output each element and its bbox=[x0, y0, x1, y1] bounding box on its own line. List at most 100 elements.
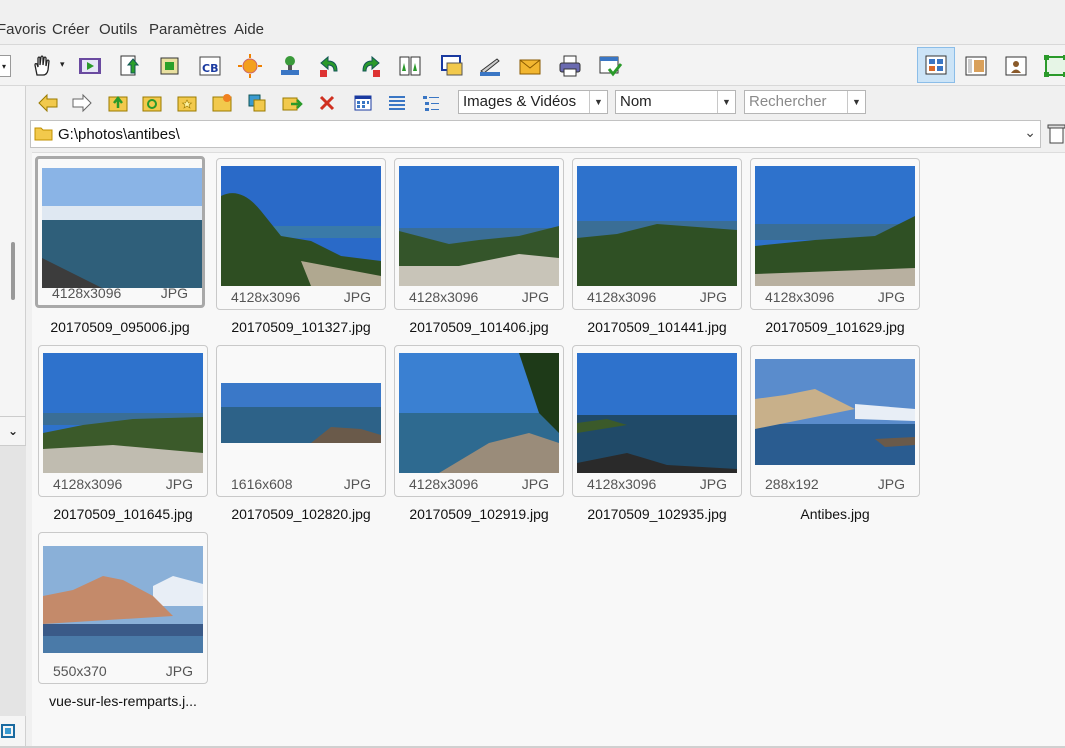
thumbnail-card[interactable]: 1616x608 JPG bbox=[216, 345, 386, 497]
collapse-chevron-icon[interactable]: ⌄ bbox=[0, 416, 26, 446]
file-name[interactable]: 20170509_101327.jpg bbox=[212, 319, 390, 335]
search-input[interactable]: Rechercher ▼ bbox=[744, 90, 866, 114]
file-name[interactable]: vue-sur-les-remparts.j... bbox=[34, 693, 212, 709]
chevron-down-icon[interactable]: ▼ bbox=[847, 91, 865, 113]
image-format: JPG bbox=[877, 289, 905, 305]
address-bar[interactable]: G:\photos\antibes\ ⌄ bbox=[30, 120, 1041, 148]
file-name[interactable]: 20170509_101406.jpg bbox=[390, 319, 568, 335]
dropdown-stub-icon[interactable]: ▾ bbox=[0, 52, 14, 80]
trash-icon[interactable] bbox=[1047, 122, 1065, 144]
details-view-icon[interactable] bbox=[419, 91, 443, 115]
sun-effects-icon[interactable] bbox=[236, 52, 264, 80]
file-name[interactable]: Antibes.jpg bbox=[746, 506, 924, 522]
refresh-folder-icon[interactable] bbox=[140, 91, 164, 115]
thumbnail-card[interactable]: 4128x3096 JPG bbox=[394, 158, 564, 310]
file-name[interactable]: 20170509_101629.jpg bbox=[746, 319, 924, 335]
thumbnail-card[interactable]: 4128x3096 JPG bbox=[572, 345, 742, 497]
export-tree-icon[interactable] bbox=[116, 52, 144, 80]
image-dimensions: 4128x3096 bbox=[231, 289, 301, 305]
rotate-right-icon[interactable] bbox=[356, 52, 384, 80]
view-preview-icon[interactable] bbox=[962, 52, 990, 80]
rotate-left-icon[interactable] bbox=[316, 52, 344, 80]
thumbnail-card[interactable]: 4128x3096 JPG bbox=[750, 158, 920, 310]
menu-aide[interactable]: Aide bbox=[234, 21, 264, 38]
delete-icon[interactable] bbox=[315, 91, 339, 115]
slideshow-icon[interactable] bbox=[76, 52, 104, 80]
main-toolbar: ▾ ▾ CB bbox=[0, 44, 1065, 86]
back-arrow-icon[interactable] bbox=[36, 91, 60, 115]
image-dimensions: 288x192 bbox=[765, 476, 819, 492]
image-format: JPG bbox=[699, 289, 727, 305]
thumbnail-card[interactable]: 4128x3096 JPG bbox=[35, 156, 205, 308]
view-thumbnails-icon[interactable] bbox=[917, 47, 955, 83]
folder-tree-pane: ⌄ bbox=[0, 86, 26, 748]
thumbnail-view-icon[interactable] bbox=[351, 91, 375, 115]
file-name[interactable]: 20170509_102935.jpg bbox=[568, 506, 746, 522]
fit-frame-icon[interactable] bbox=[0, 722, 16, 740]
new-folder-icon[interactable] bbox=[210, 91, 234, 115]
hand-dropdown-icon[interactable]: ▾ bbox=[60, 59, 65, 70]
scrollbar-thumb[interactable] bbox=[11, 242, 15, 300]
photo-thumbnail bbox=[42, 168, 202, 288]
crop-icon[interactable] bbox=[156, 52, 184, 80]
file-type-filter-select[interactable]: Images & Vidéos ▼ bbox=[458, 90, 608, 114]
print-icon[interactable] bbox=[556, 52, 584, 80]
favorite-folder-icon[interactable] bbox=[175, 91, 199, 115]
thumbnail-card[interactable]: 550x370 JPG bbox=[38, 532, 208, 684]
thumbnail-card[interactable]: 4128x3096 JPG bbox=[216, 158, 386, 310]
chevron-down-icon[interactable]: ▼ bbox=[717, 91, 735, 113]
batch-check-icon[interactable] bbox=[596, 52, 624, 80]
stamp-icon[interactable] bbox=[276, 52, 304, 80]
file-name[interactable]: 20170509_102919.jpg bbox=[390, 506, 568, 522]
move-to-icon[interactable] bbox=[280, 91, 304, 115]
photo-thumbnail bbox=[399, 353, 559, 473]
thumbnail-card[interactable]: 4128x3096 JPG bbox=[38, 345, 208, 497]
contrast-brightness-icon[interactable]: CB bbox=[196, 52, 224, 80]
photo-thumbnail bbox=[399, 166, 559, 286]
image-dimensions: 4128x3096 bbox=[765, 289, 835, 305]
thumbnail-card[interactable]: 4128x3096 JPG bbox=[394, 345, 564, 497]
image-format: JPG bbox=[160, 285, 188, 301]
file-name[interactable]: 20170509_101441.jpg bbox=[568, 319, 746, 335]
image-format: JPG bbox=[343, 476, 371, 492]
search-placeholder: Rechercher bbox=[749, 93, 827, 110]
menu-bar: Favoris Créer Outils Paramètres Aide bbox=[0, 14, 1065, 44]
image-format: JPG bbox=[165, 663, 193, 679]
menu-parametres[interactable]: Paramètres bbox=[149, 21, 227, 38]
image-format: JPG bbox=[521, 476, 549, 492]
view-fit-icon[interactable] bbox=[1042, 52, 1065, 80]
chevron-down-icon[interactable]: ▼ bbox=[589, 91, 607, 113]
file-type-filter-value: Images & Vidéos bbox=[463, 93, 577, 110]
file-name[interactable]: 20170509_102820.jpg bbox=[212, 506, 390, 522]
list-view-icon[interactable] bbox=[385, 91, 409, 115]
thumbnail-card[interactable]: 4128x3096 JPG bbox=[572, 158, 742, 310]
file-name[interactable]: 20170509_095006.jpg bbox=[31, 319, 209, 335]
view-fullscreen-icon[interactable] bbox=[1002, 52, 1030, 80]
scanner-icon[interactable] bbox=[476, 52, 504, 80]
thumbnail-card[interactable]: 288x192 JPG bbox=[750, 345, 920, 497]
browser-toolbar: Images & Vidéos ▼ Nom ▼ Rechercher ▼ bbox=[30, 88, 1065, 118]
compare-icon[interactable] bbox=[396, 52, 424, 80]
parent-folder-icon[interactable] bbox=[106, 91, 130, 115]
sort-value: Nom bbox=[620, 93, 652, 110]
photo-thumbnail bbox=[43, 353, 203, 473]
image-dimensions: 1616x608 bbox=[231, 476, 293, 492]
menu-creer[interactable]: Créer bbox=[52, 21, 90, 38]
menu-favoris[interactable]: Favoris bbox=[0, 21, 46, 38]
image-format: JPG bbox=[165, 476, 193, 492]
sort-select[interactable]: Nom ▼ bbox=[615, 90, 736, 114]
hand-tool-icon[interactable] bbox=[28, 52, 56, 80]
menu-outils[interactable]: Outils bbox=[99, 21, 137, 38]
photo-thumbnail bbox=[577, 166, 737, 286]
file-name[interactable]: 20170509_101645.jpg bbox=[34, 506, 212, 522]
forward-arrow-icon[interactable] bbox=[70, 91, 94, 115]
copy-to-icon[interactable] bbox=[245, 91, 269, 115]
photo-thumbnail bbox=[755, 166, 915, 286]
chevron-down-icon[interactable]: ⌄ bbox=[1024, 124, 1036, 141]
photo-thumbnail bbox=[755, 359, 915, 465]
image-dimensions: 4128x3096 bbox=[587, 476, 657, 492]
image-dimensions: 550x370 bbox=[53, 663, 107, 679]
screen-capture-icon[interactable] bbox=[438, 52, 466, 80]
email-icon[interactable] bbox=[516, 52, 544, 80]
image-format: JPG bbox=[699, 476, 727, 492]
